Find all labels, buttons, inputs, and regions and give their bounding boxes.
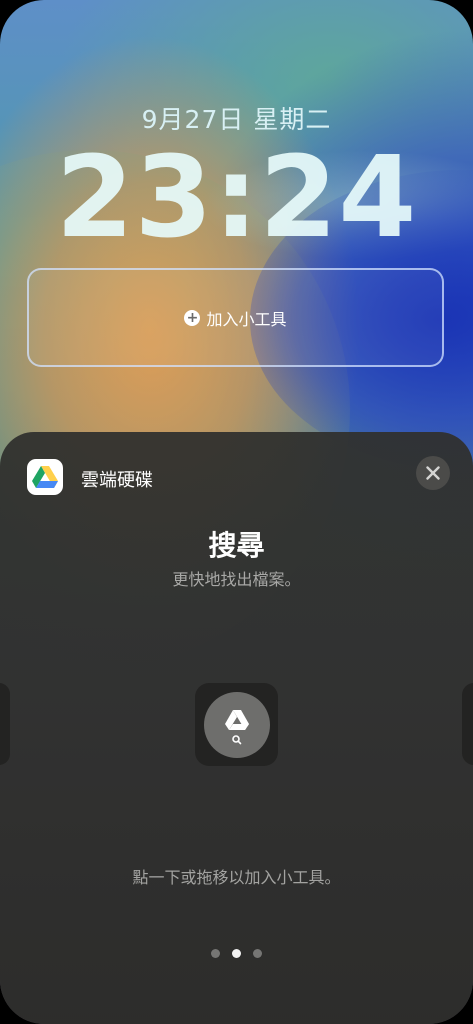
widget-title: 搜尋: [208, 529, 265, 562]
lockscreen-time: 23:24: [55, 133, 418, 263]
drive-search-icon: [203, 691, 270, 758]
lockscreen-date[interactable]: 9月27日 星期二: [0, 100, 473, 136]
widget-subtitle: 更快地找出檔案。: [172, 570, 301, 589]
next-widget-preview[interactable]: [462, 683, 473, 765]
app-name: 雲端硬碟: [81, 470, 153, 491]
add-widget-label: 加入小工具: [206, 309, 287, 329]
search-widget-preview[interactable]: [195, 683, 278, 766]
close-icon: [426, 466, 440, 480]
page-dot-active[interactable]: [232, 949, 241, 958]
page-dot[interactable]: [211, 949, 220, 958]
previous-widget-preview[interactable]: [0, 683, 10, 765]
google-drive-icon: [27, 459, 63, 495]
page-indicator[interactable]: [0, 949, 473, 958]
add-widget-slot[interactable]: + 加入小工具: [27, 268, 444, 367]
page-dot[interactable]: [253, 949, 262, 958]
add-widget-hint: 點一下或拖移以加入小工具。: [132, 868, 341, 887]
add-widget-button[interactable]: + 加入小工具: [184, 306, 287, 330]
plus-circle-icon: +: [184, 309, 201, 326]
lock-screen: 9月27日 星期二 23:24 + 加入小工具 雲端硬碟 搜尋 更快地找出檔案。: [0, 0, 473, 1024]
close-button[interactable]: [416, 456, 450, 490]
